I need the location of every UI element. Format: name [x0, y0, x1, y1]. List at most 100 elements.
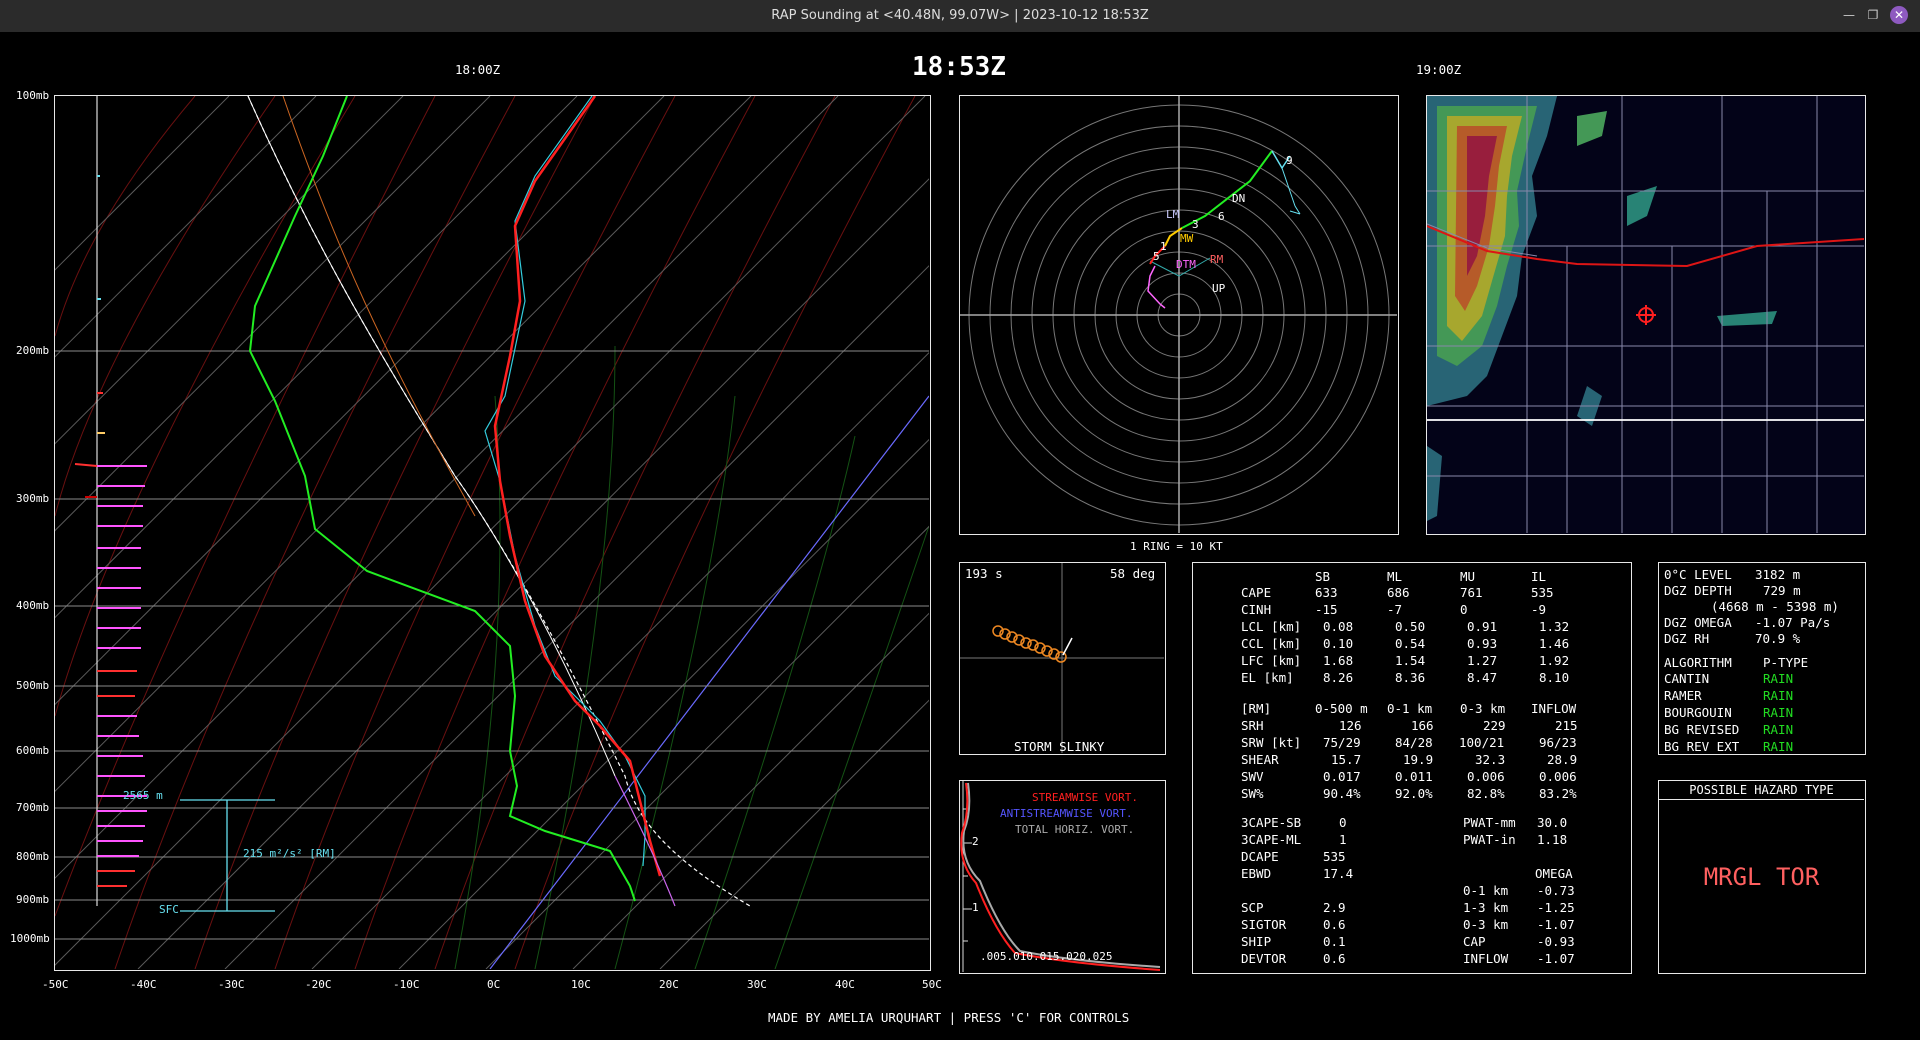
kin-value: 19.9: [1403, 752, 1434, 767]
param-value: 1.54: [1395, 653, 1426, 668]
freeze-level-label: 0°C LEVEL: [1664, 567, 1732, 582]
composite-label: SIGTOR: [1241, 917, 1287, 932]
kin-value: 32.3: [1475, 752, 1506, 767]
misc-label: EBWD: [1241, 866, 1272, 881]
kin-value: 215: [1555, 718, 1578, 733]
pressure-label: 200mb: [16, 344, 50, 357]
vorticity-panel: STREAMWISE VORT. ANTISTREAMWISE VORT. TO…: [959, 780, 1166, 974]
pressure-label: 900mb: [16, 893, 50, 906]
vort-y-label: 1: [972, 901, 979, 914]
kin-row-label: SWV: [1241, 769, 1264, 784]
hodo-height-marker: 5: [1153, 250, 1160, 263]
dgz-rh-value: 70.9 %: [1755, 631, 1801, 646]
pressure-label: 100mb: [16, 89, 50, 102]
algorithm-name: BG REV EXT: [1664, 739, 1740, 754]
param-value: 1.92: [1539, 653, 1570, 668]
pressure-label: 500mb: [16, 679, 50, 692]
param-value: 0.08: [1323, 619, 1354, 634]
kin-value: 84/28: [1395, 735, 1433, 750]
hodo-dtm-marker: DTM: [1176, 258, 1196, 271]
hodograph-panel[interactable]: LM DN MW RM DTM UP 1 3 5 6 9: [959, 95, 1399, 535]
composite-value: 0.1: [1323, 934, 1346, 949]
param-value: 633: [1315, 585, 1338, 600]
kin-row-label: SRW [kt]: [1241, 735, 1302, 750]
composite-label: SCP: [1241, 900, 1264, 915]
temp-label: 30C: [747, 978, 767, 991]
kin-value: 92.0%: [1395, 786, 1433, 801]
kin-value: 0.011: [1395, 769, 1433, 784]
streamwise-legend: STREAMWISE VORT.: [1032, 791, 1138, 804]
param-row-label: CCL [km]: [1241, 636, 1302, 651]
misc-value: 0: [1339, 815, 1347, 830]
param-value: 0.50: [1395, 619, 1426, 634]
ptype-header: P-TYPE: [1763, 655, 1809, 670]
hazard-title: POSSIBLE HAZARD TYPE: [1659, 781, 1864, 800]
misc-label: 3CAPE-SB: [1241, 815, 1302, 830]
hodo-ring-label: 1 RING = 10 KT: [1130, 540, 1223, 553]
total-vort-legend: TOTAL HORIZ. VORT.: [1015, 823, 1135, 836]
hodo-lm-marker: LM: [1166, 208, 1180, 221]
dgz-range: (4668 m - 5398 m): [1711, 599, 1839, 614]
kin-value: 28.9: [1547, 752, 1578, 767]
pwat-value: 1.18: [1537, 832, 1568, 847]
hodo-height-marker: 9: [1286, 154, 1293, 167]
current-time-label: 18:53Z: [912, 52, 1006, 82]
param-row-label: EL [km]: [1241, 670, 1294, 685]
kin-value: 0.006: [1539, 769, 1577, 784]
kin-value: 15.7: [1331, 752, 1362, 767]
dgz-omega-value: -1.07 Pa/s: [1755, 615, 1831, 630]
omega-value: -1.25: [1537, 900, 1575, 915]
hodo-dn-marker: DN: [1232, 192, 1246, 205]
temp-label: -50C: [42, 978, 69, 991]
dgz-depth-value: 729 m: [1763, 583, 1801, 598]
composite-label: DEVTOR: [1241, 951, 1287, 966]
kin-header: [RM]: [1241, 701, 1272, 716]
maximize-icon[interactable]: ❐: [1864, 6, 1882, 24]
minimize-icon[interactable]: —: [1840, 6, 1858, 24]
misc-label: 3CAPE-ML: [1241, 832, 1302, 847]
radar-panel[interactable]: [1426, 95, 1866, 535]
srh-value-label: 215 m²/s² [RM]: [243, 847, 336, 860]
dgz-depth-label: DGZ DEPTH: [1664, 583, 1732, 598]
param-row-label: CAPE: [1241, 585, 1272, 600]
kin-value: 96/23: [1539, 735, 1577, 750]
vort-y-label: 2: [972, 835, 979, 848]
temp-label: 40C: [835, 978, 855, 991]
temp-label: 20C: [659, 978, 679, 991]
ptype-value: RAIN: [1763, 739, 1794, 754]
param-col-header: ML: [1387, 569, 1403, 584]
hodo-height-marker: 3: [1192, 218, 1199, 231]
ptype-value: RAIN: [1763, 688, 1794, 703]
pwat-value: 30.0: [1537, 815, 1568, 830]
param-value: 761: [1460, 585, 1483, 600]
param-value: 535: [1531, 585, 1554, 600]
hodo-mw-marker: MW: [1180, 232, 1194, 245]
window-title: RAP Sounding at <40.48N, 99.07W> | 2023-…: [771, 8, 1149, 23]
algorithm-name: BG REVISED: [1664, 722, 1740, 737]
storm-slinky-panel: 193 s 58 deg STORM SLINKY: [959, 562, 1166, 755]
omega-label: INFLOW: [1463, 951, 1509, 966]
param-value: 0.54: [1395, 636, 1426, 651]
kin-value: 100/21: [1459, 735, 1505, 750]
footer-credit: MADE BY AMELIA URQUHART | PRESS 'C' FOR …: [768, 1010, 1130, 1025]
omega-label: CAP: [1463, 934, 1486, 949]
param-col-header: MU: [1460, 569, 1476, 584]
parameters-panel: SB ML MU IL CAPE 633 686 761 535 CINH -1…: [1192, 562, 1632, 974]
kin-value: 166: [1411, 718, 1434, 733]
kin-header: 0-500 m: [1315, 701, 1368, 716]
skewt-panel[interactable]: 2565 m 215 m²/s² [RM] SFC: [54, 95, 931, 971]
param-value: 0: [1460, 602, 1468, 617]
algorithm-name: CANTIN: [1664, 671, 1710, 686]
param-value: 8.26: [1323, 670, 1354, 685]
composite-value: 0.6: [1323, 917, 1346, 932]
omega-title: OMEGA: [1535, 866, 1573, 881]
composite-value: 0.6: [1323, 951, 1346, 966]
kin-header: 0-1 km: [1387, 701, 1433, 716]
freeze-level-value: 3182 m: [1755, 567, 1801, 582]
omega-label: 0-3 km: [1463, 917, 1509, 932]
param-value: 1.32: [1539, 619, 1570, 634]
pressure-label: 400mb: [16, 599, 50, 612]
close-icon[interactable]: ✕: [1890, 6, 1908, 24]
param-value: 8.10: [1539, 670, 1570, 685]
param-value: -7: [1387, 602, 1403, 617]
